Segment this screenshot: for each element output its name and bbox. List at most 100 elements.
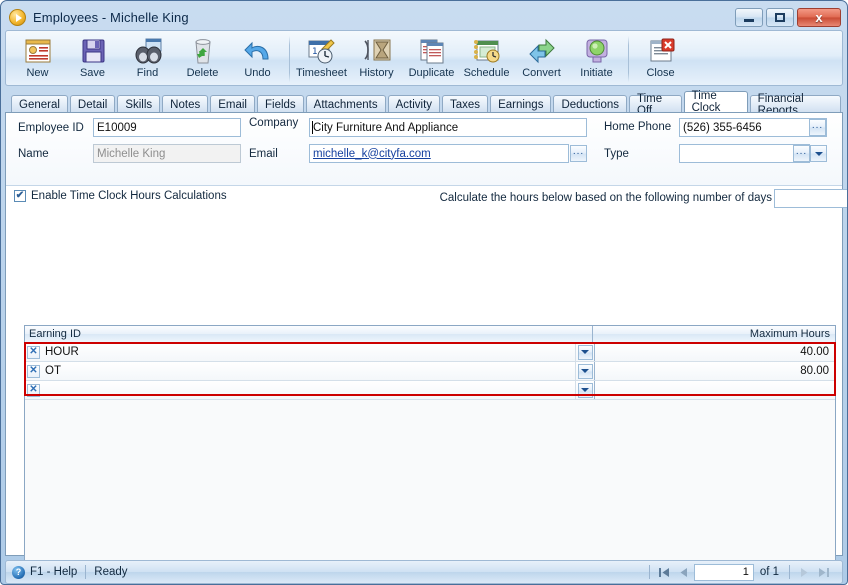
tab-skills[interactable]: Skills — [117, 95, 161, 113]
minimize-button[interactable] — [735, 8, 763, 27]
home-phone-input[interactable] — [679, 118, 827, 137]
toolbar-button-find[interactable]: Find — [120, 34, 175, 84]
toolbar-separator — [628, 36, 629, 82]
maximize-button[interactable] — [766, 8, 794, 27]
toolbar-button-history[interactable]: History — [349, 34, 404, 84]
toolbar-label: Initiate — [580, 67, 613, 79]
cell-earning-id[interactable]: HOUR — [42, 343, 576, 361]
toolbar-label: Timesheet — [296, 67, 347, 79]
table-row[interactable]: ✕ HOUR 40.00 — [25, 343, 835, 362]
tab-email[interactable]: Email — [210, 95, 255, 113]
last-record-button[interactable] — [814, 563, 834, 581]
title-bar: Employees - Michelle King x — [5, 5, 843, 30]
toolbar-button-initiate[interactable]: Initiate — [569, 34, 624, 84]
toolbar-button-close[interactable]: Close — [633, 34, 688, 84]
column-header-earning-id[interactable]: Earning ID — [25, 326, 593, 342]
cell-maximum-hours[interactable]: 80.00 — [595, 362, 835, 380]
tab-time-off[interactable]: Time Off — [629, 93, 682, 117]
tab-time-clock[interactable]: Time Clock — [683, 90, 748, 114]
enable-time-clock-checkbox[interactable]: ✔ Enable Time Clock Hours Calculations — [14, 190, 227, 202]
delete-row-button[interactable]: ✕ — [27, 364, 40, 378]
name-label: Name — [18, 148, 49, 160]
first-record-button[interactable] — [654, 563, 674, 581]
nav-divider — [789, 565, 790, 579]
dropdown-button[interactable] — [577, 363, 593, 379]
chevron-down-icon — [581, 388, 589, 392]
status-divider — [85, 565, 87, 579]
maximize-icon — [775, 13, 785, 22]
row-delete-cell: ✕ — [25, 362, 42, 380]
close-button[interactable]: x — [797, 8, 841, 27]
cell-maximum-hours[interactable]: 40.00 — [595, 343, 835, 361]
hourglass-history-icon — [361, 36, 393, 66]
dropdown-button[interactable] — [577, 344, 593, 360]
tab-activity[interactable]: Activity — [387, 95, 441, 113]
tab-fields[interactable]: Fields — [256, 95, 304, 113]
tab-taxes[interactable]: Taxes — [442, 95, 489, 113]
record-navigator: of 1 — [645, 563, 834, 581]
tab-financial-reports[interactable]: Financial Reports — [749, 93, 842, 117]
help-icon[interactable]: ? — [12, 565, 25, 579]
recycle-bin-icon — [187, 36, 219, 66]
tab-deductions[interactable]: Deductions — [553, 95, 627, 113]
cell-earning-id-dropdown[interactable] — [576, 362, 595, 380]
binoculars-icon — [132, 36, 164, 66]
cell-earning-id[interactable] — [42, 381, 576, 399]
employees-window: Employees - Michelle King x New Save Fin… — [0, 0, 848, 585]
employee-id-input[interactable] — [93, 118, 241, 137]
type-dropdown-button[interactable] — [810, 145, 827, 162]
undo-arrow-icon — [242, 36, 274, 66]
home-phone-ellipsis-button[interactable]: ... — [809, 119, 826, 136]
dropdown-button[interactable] — [577, 382, 593, 398]
cell-earning-id-dropdown[interactable] — [576, 343, 595, 361]
type-input[interactable] — [679, 144, 810, 163]
delete-row-button[interactable]: ✕ — [27, 383, 40, 397]
type-ellipsis-button[interactable]: ... — [793, 145, 810, 162]
table-row[interactable]: ✕ — [25, 381, 835, 400]
company-input[interactable] — [309, 118, 587, 137]
toolbar-button-undo[interactable]: Undo — [230, 34, 285, 84]
tab-attachments[interactable]: Attachments — [305, 95, 386, 113]
number-of-days-stepper[interactable] — [774, 189, 847, 208]
next-record-button[interactable] — [794, 563, 814, 581]
record-number-input[interactable] — [693, 563, 754, 581]
toolbar-button-new[interactable]: New — [10, 34, 65, 84]
svg-text:1: 1 — [312, 47, 318, 57]
employee-header-form: Employee ID Name Company Email ... Home … — [6, 113, 842, 186]
earnings-grid: Earning ID Maximum Hours ✕ HOUR 40.00 ✕ … — [24, 325, 836, 584]
previous-record-button[interactable] — [674, 563, 694, 581]
help-label[interactable]: F1 - Help — [30, 566, 77, 578]
play-circle-icon — [9, 9, 26, 26]
cell-earning-id[interactable]: OT — [42, 362, 576, 380]
tab-general[interactable]: General — [11, 95, 68, 113]
tab-earnings[interactable]: Earnings — [490, 95, 552, 113]
grid-body: ✕ HOUR 40.00 ✕ OT 80.00 ✕ — [25, 343, 835, 584]
enable-time-clock-label: Enable Time Clock Hours Calculations — [31, 190, 227, 202]
tab-detail[interactable]: Detail — [69, 95, 116, 113]
toolbar-button-save[interactable]: Save — [65, 34, 120, 84]
nav-divider — [648, 565, 650, 579]
tab-notes[interactable]: Notes — [162, 95, 209, 113]
toolbar-label: Save — [79, 67, 106, 79]
toolbar-button-delete[interactable]: Delete — [175, 34, 230, 84]
cell-maximum-hours[interactable] — [595, 381, 835, 399]
name-input[interactable] — [93, 144, 241, 163]
column-header-maximum-hours[interactable]: Maximum Hours — [593, 326, 835, 342]
toolbar-label: Undo — [244, 67, 271, 79]
cell-earning-id-dropdown[interactable] — [576, 381, 595, 399]
email-input[interactable] — [309, 144, 569, 163]
toolbar-button-duplicate[interactable]: Duplicate — [404, 34, 459, 84]
check-icon: ✔ — [15, 190, 25, 201]
grid-empty-area[interactable] — [25, 400, 835, 584]
timesheet-clock-icon: 1 — [306, 36, 338, 66]
chevron-down-icon — [581, 350, 589, 354]
toolbar-button-convert[interactable]: Convert — [514, 34, 569, 84]
email-ellipsis-button[interactable]: ... — [570, 145, 587, 162]
toolbar-button-schedule[interactable]: Schedule — [459, 34, 514, 84]
delete-row-button[interactable]: ✕ — [27, 345, 40, 359]
number-of-days-input[interactable] — [774, 189, 847, 208]
initiate-light-icon — [581, 36, 613, 66]
toolbar-button-timesheet[interactable]: 1 Timesheet — [294, 34, 349, 84]
table-row[interactable]: ✕ OT 80.00 — [25, 362, 835, 381]
row-delete-cell: ✕ — [25, 343, 42, 361]
